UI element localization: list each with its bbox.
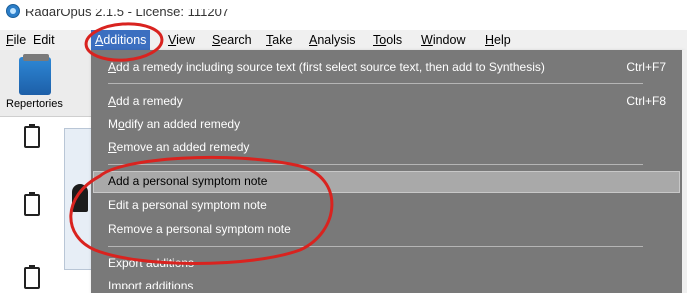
menu-item-add-remedy-source-text[interactable]: Add a remedy including source text (firs…	[108, 60, 545, 74]
radaropus-app-icon	[6, 4, 20, 18]
menu-help[interactable]: Help	[485, 33, 511, 47]
menu-item-add-personal-symptom-note[interactable]: Add a personal symptom note	[108, 174, 267, 188]
menu-item-edit-personal-symptom-note[interactable]: Edit a personal symptom note	[108, 198, 267, 212]
menu-item-add-remedy[interactable]: Add a remedy	[108, 94, 183, 108]
repertories-book-icon[interactable]	[19, 54, 51, 95]
menu-view[interactable]: View	[168, 33, 195, 47]
menu-tools[interactable]: Tools	[373, 33, 402, 47]
window-title: RadarOpus 2.1.5 - License: 111207	[25, 4, 230, 19]
menu-edit[interactable]: Edit	[33, 33, 55, 47]
clipboard-icon[interactable]	[24, 265, 40, 289]
menu-search[interactable]: Search	[212, 33, 252, 47]
menu-take[interactable]: Take	[266, 33, 292, 47]
menu-separator	[108, 83, 643, 84]
menu-bar: File Edit Additions View Search Take Ana…	[0, 30, 687, 50]
menu-item-export-additions[interactable]: Export additions	[108, 256, 194, 270]
right-edge-panel	[682, 50, 687, 293]
menu-item-remove-added-remedy[interactable]: Remove an added remedy	[108, 140, 249, 154]
additions-dropdown-menu: Add a remedy including source text (firs…	[91, 50, 682, 293]
menu-item-modify-added-remedy[interactable]: Modify an added remedy	[108, 117, 240, 131]
shortcut-ctrl-f7: Ctrl+F7	[626, 60, 666, 74]
shortcut-ctrl-f8: Ctrl+F8	[626, 94, 666, 108]
clipboard-icon[interactable]	[24, 192, 40, 216]
title-bar: RadarOpus 2.1.5 - License: 111207	[0, 0, 687, 30]
repertories-button-label[interactable]: Repertories	[6, 98, 63, 110]
menu-window[interactable]: Window	[421, 33, 465, 47]
menu-additions[interactable]: Additions	[91, 30, 151, 50]
menu-separator	[108, 246, 643, 247]
clipboard-check-icon[interactable]	[24, 124, 40, 148]
menu-analysis[interactable]: Analysis	[309, 33, 356, 47]
avatar-icon	[72, 184, 88, 212]
menu-file[interactable]: File	[6, 33, 26, 47]
menu-item-remove-personal-symptom-note[interactable]: Remove a personal symptom note	[108, 222, 291, 236]
menu-item-import-additions[interactable]: Import additions	[108, 279, 193, 289]
menu-separator	[108, 164, 643, 165]
